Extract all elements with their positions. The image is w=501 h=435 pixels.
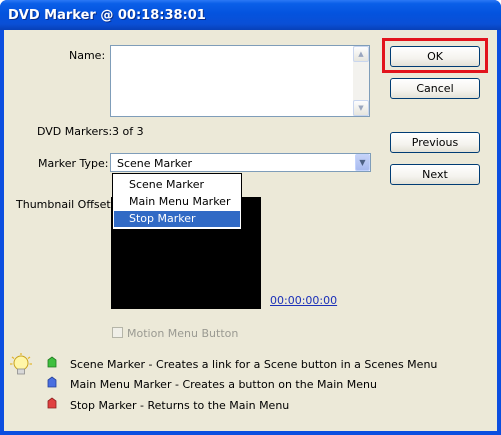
legend-main-menu-marker: Main Menu Marker - Creates a button on t… (70, 378, 377, 391)
blue-marker-icon (47, 376, 57, 388)
marker-type-label: Marker Type: (38, 157, 109, 170)
name-label: Name: (69, 49, 106, 62)
name-input[interactable]: ▲ ▼ (110, 45, 370, 117)
ok-button[interactable]: OK (390, 46, 480, 67)
legend-stop-marker: Stop Marker - Returns to the Main Menu (70, 399, 290, 412)
motion-menu-label: Motion Menu Button (127, 327, 239, 340)
marker-type-select[interactable]: Scene Marker ▼ (110, 153, 371, 172)
dvd-marker-dialog: DVD Marker @ 00:18:38:01 Name: ▲ ▼ DVD M… (0, 0, 501, 435)
red-marker-icon (47, 397, 57, 409)
cancel-button[interactable]: Cancel (390, 78, 480, 99)
scroll-down-icon[interactable]: ▼ (353, 100, 369, 116)
thumbnail-timecode-link[interactable]: 00:00:00:00 (270, 294, 337, 307)
dropdown-option-scene-marker[interactable]: Scene Marker (114, 177, 240, 193)
marker-type-value: Scene Marker (117, 157, 193, 170)
dvd-markers-label: DVD Markers: (37, 125, 113, 138)
thumbnail-offset-label: Thumbnail Offset: (16, 198, 115, 211)
dialog-body: Name: ▲ ▼ DVD Markers: 3 of 3 Marker Typ… (4, 30, 497, 431)
legend-scene-marker: Scene Marker - Creates a link for a Scen… (70, 358, 438, 371)
title-bar[interactable]: DVD Marker @ 00:18:38:01 (0, 0, 501, 30)
dropdown-option-stop-marker[interactable]: Stop Marker (114, 211, 240, 227)
lightbulb-icon (10, 353, 32, 383)
chevron-down-icon[interactable]: ▼ (355, 154, 370, 171)
window-title: DVD Marker @ 00:18:38:01 (8, 8, 206, 23)
marker-type-dropdown: Scene Marker Main Menu Marker Stop Marke… (112, 173, 242, 230)
scroll-up-icon[interactable]: ▲ (353, 46, 369, 62)
next-button[interactable]: Next (390, 164, 480, 185)
name-scrollbar[interactable]: ▲ ▼ (353, 46, 369, 116)
dvd-markers-count: 3 of 3 (112, 125, 144, 138)
green-marker-icon (47, 356, 57, 368)
previous-button[interactable]: Previous (390, 132, 480, 153)
dropdown-option-main-menu-marker[interactable]: Main Menu Marker (114, 194, 240, 210)
motion-menu-checkbox[interactable] (112, 327, 123, 338)
